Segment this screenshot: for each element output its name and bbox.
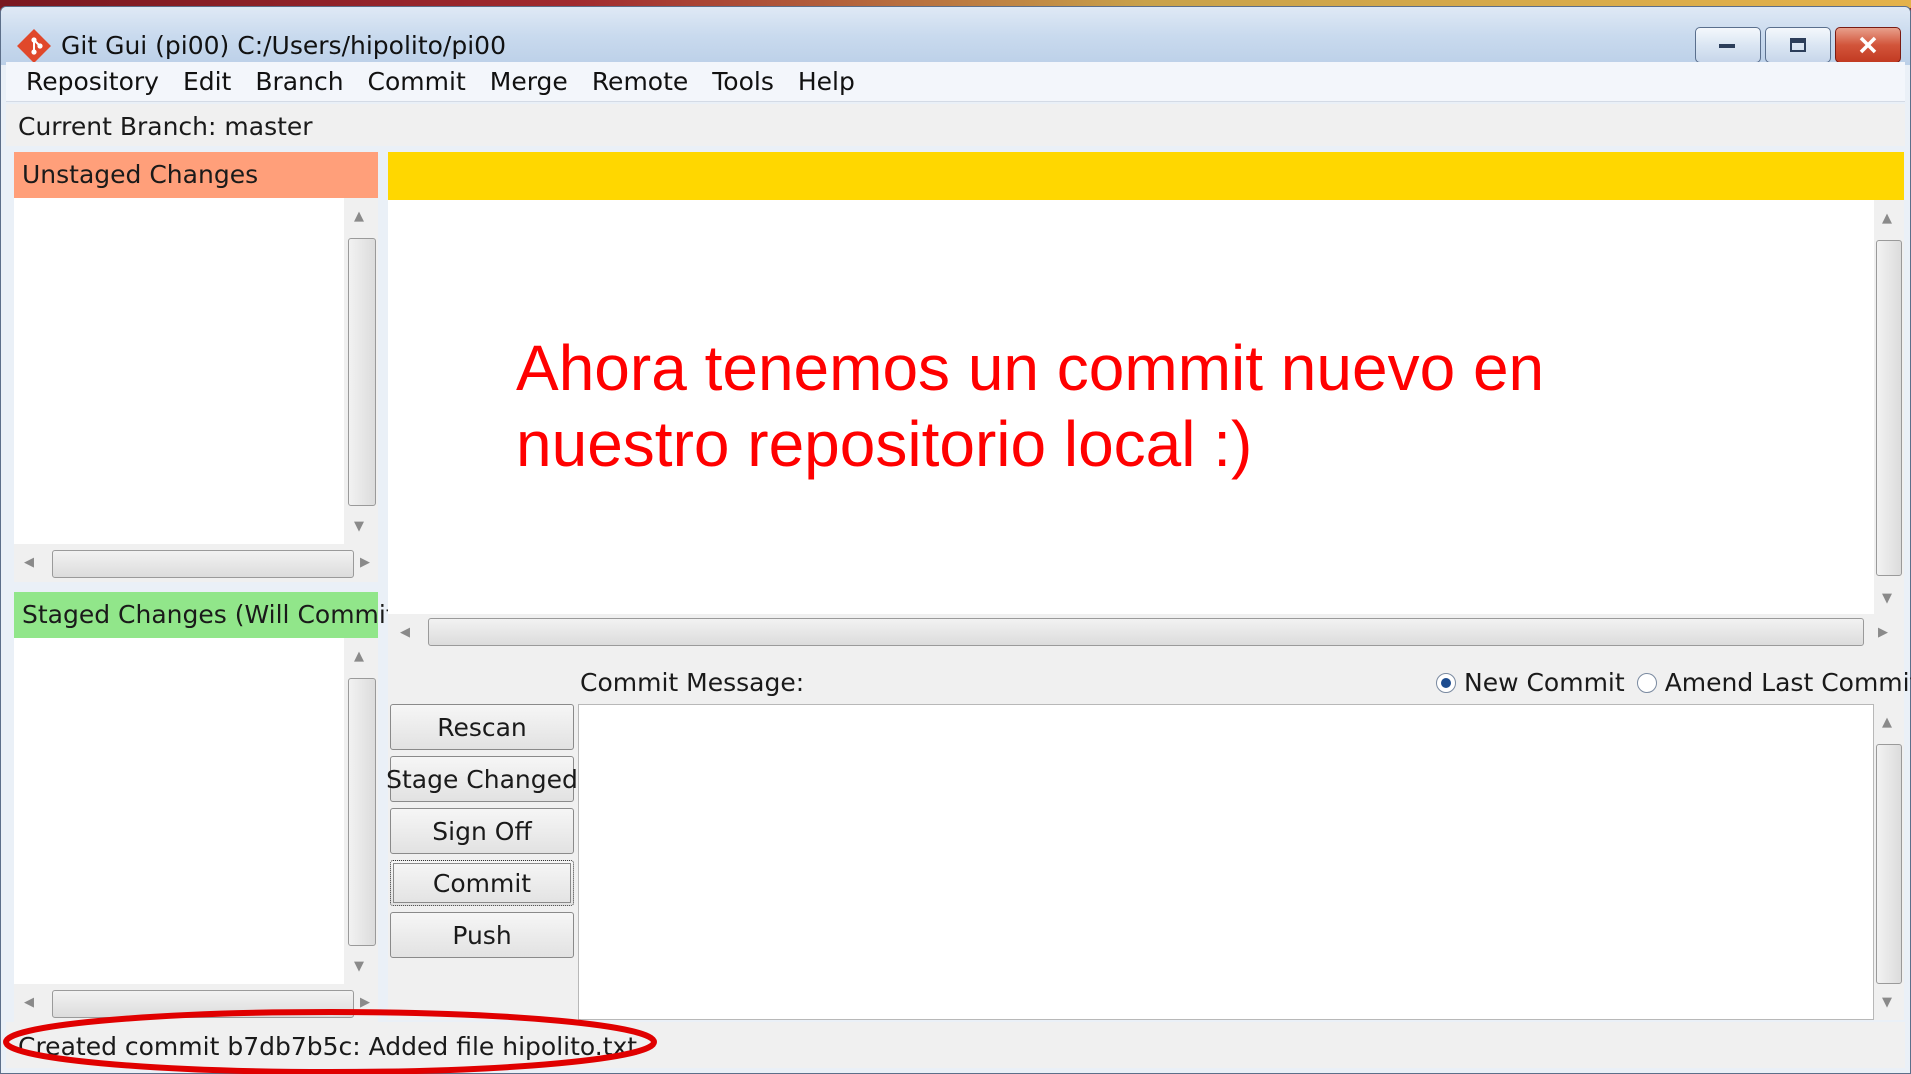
scroll-up-arrow-icon[interactable]: ▲	[354, 650, 364, 663]
scroll-down-arrow-icon[interactable]: ▼	[354, 960, 364, 973]
commit-message-label: Commit Message:	[580, 668, 805, 697]
close-button[interactable]	[1835, 27, 1901, 63]
current-branch-label: Current Branch: master	[6, 104, 1905, 146]
diff-header-bar	[388, 152, 1904, 200]
annotation-line-2: nuestro repositorio local :)	[516, 408, 1253, 480]
maximize-button[interactable]	[1765, 27, 1831, 63]
commit-mode-radio-group: New Commit Amend Last Commit	[1436, 668, 1911, 697]
menu-edit[interactable]: Edit	[171, 67, 243, 96]
git-logo-icon	[17, 29, 51, 63]
scroll-right-arrow-icon[interactable]: ▶	[360, 556, 370, 569]
menu-branch[interactable]: Branch	[243, 67, 355, 96]
menu-merge[interactable]: Merge	[478, 67, 580, 96]
menu-bar: Repository Edit Branch Commit Merge Remo…	[6, 62, 1905, 102]
staged-changes-header: Staged Changes (Will Commit)	[14, 592, 405, 638]
menu-commit[interactable]: Commit	[356, 67, 478, 96]
menu-tools[interactable]: Tools	[700, 67, 786, 96]
menu-repository[interactable]: Repository	[6, 67, 171, 96]
scroll-down-arrow-icon[interactable]: ▼	[1882, 996, 1892, 1009]
scroll-right-arrow-icon[interactable]: ▶	[1878, 626, 1888, 639]
unstaged-changes-header: Unstaged Changes	[14, 152, 378, 198]
scroll-down-arrow-icon[interactable]: ▼	[354, 520, 364, 533]
scroll-down-arrow-icon[interactable]: ▼	[1882, 592, 1892, 605]
new-commit-radio[interactable]	[1436, 672, 1456, 693]
menu-help[interactable]: Help	[786, 67, 867, 96]
scrollbar-thumb[interactable]	[428, 618, 1864, 646]
scroll-up-arrow-icon[interactable]: ▲	[1882, 716, 1892, 729]
diff-horizontal-scrollbar[interactable]: ◀ ▶	[388, 614, 1904, 650]
annotation-highlight-ellipse	[3, 1009, 657, 1074]
scroll-up-arrow-icon[interactable]: ▲	[354, 210, 364, 223]
rescan-button[interactable]: Rescan	[390, 704, 574, 750]
push-button[interactable]: Push	[390, 912, 574, 958]
new-commit-label[interactable]: New Commit	[1464, 668, 1625, 697]
menu-remote[interactable]: Remote	[580, 67, 700, 96]
minimize-button[interactable]	[1695, 27, 1761, 63]
staged-vertical-scrollbar[interactable]: ▲ ▼	[344, 638, 378, 984]
amend-commit-label[interactable]: Amend Last Commit	[1665, 668, 1911, 697]
stage-changed-button[interactable]: Stage Changed	[386, 756, 578, 802]
unstaged-vertical-scrollbar[interactable]: ▲ ▼	[344, 198, 378, 544]
scroll-up-arrow-icon[interactable]: ▲	[1882, 212, 1892, 225]
scrollbar-thumb[interactable]	[1876, 744, 1902, 984]
scroll-left-arrow-icon[interactable]: ◀	[400, 626, 410, 639]
scrollbar-thumb[interactable]	[348, 238, 376, 506]
scrollbar-thumb[interactable]	[348, 678, 376, 946]
restore-icon	[1790, 38, 1806, 52]
diff-vertical-scrollbar[interactable]: ▲ ▼	[1874, 200, 1904, 614]
commit-message-textarea[interactable]	[578, 704, 1874, 1020]
annotation-line-1: Ahora tenemos un commit nuevo en	[516, 332, 1545, 404]
scroll-left-arrow-icon[interactable]: ◀	[24, 556, 34, 569]
title-bar[interactable]: Git Gui (pi00) C:/Users/hipolito/pi00	[1, 7, 1910, 65]
commit-button[interactable]: Commit	[390, 860, 574, 906]
sign-off-button[interactable]: Sign Off	[390, 808, 574, 854]
staged-file-list[interactable]	[14, 638, 344, 984]
unstaged-horizontal-scrollbar[interactable]: ◀ ▶	[14, 544, 378, 582]
annotation-overlay: Ahora tenemos un commit nuevo en nuestro…	[516, 330, 1716, 482]
amend-commit-radio[interactable]	[1636, 672, 1657, 693]
close-icon	[1859, 36, 1877, 54]
commit-vertical-scrollbar[interactable]: ▲ ▼	[1874, 704, 1904, 1020]
scrollbar-thumb[interactable]	[52, 550, 354, 578]
minimize-icon	[1719, 44, 1735, 48]
scrollbar-thumb[interactable]	[1876, 240, 1902, 576]
window-title: Git Gui (pi00) C:/Users/hipolito/pi00	[61, 31, 506, 60]
unstaged-file-list[interactable]	[14, 198, 344, 544]
